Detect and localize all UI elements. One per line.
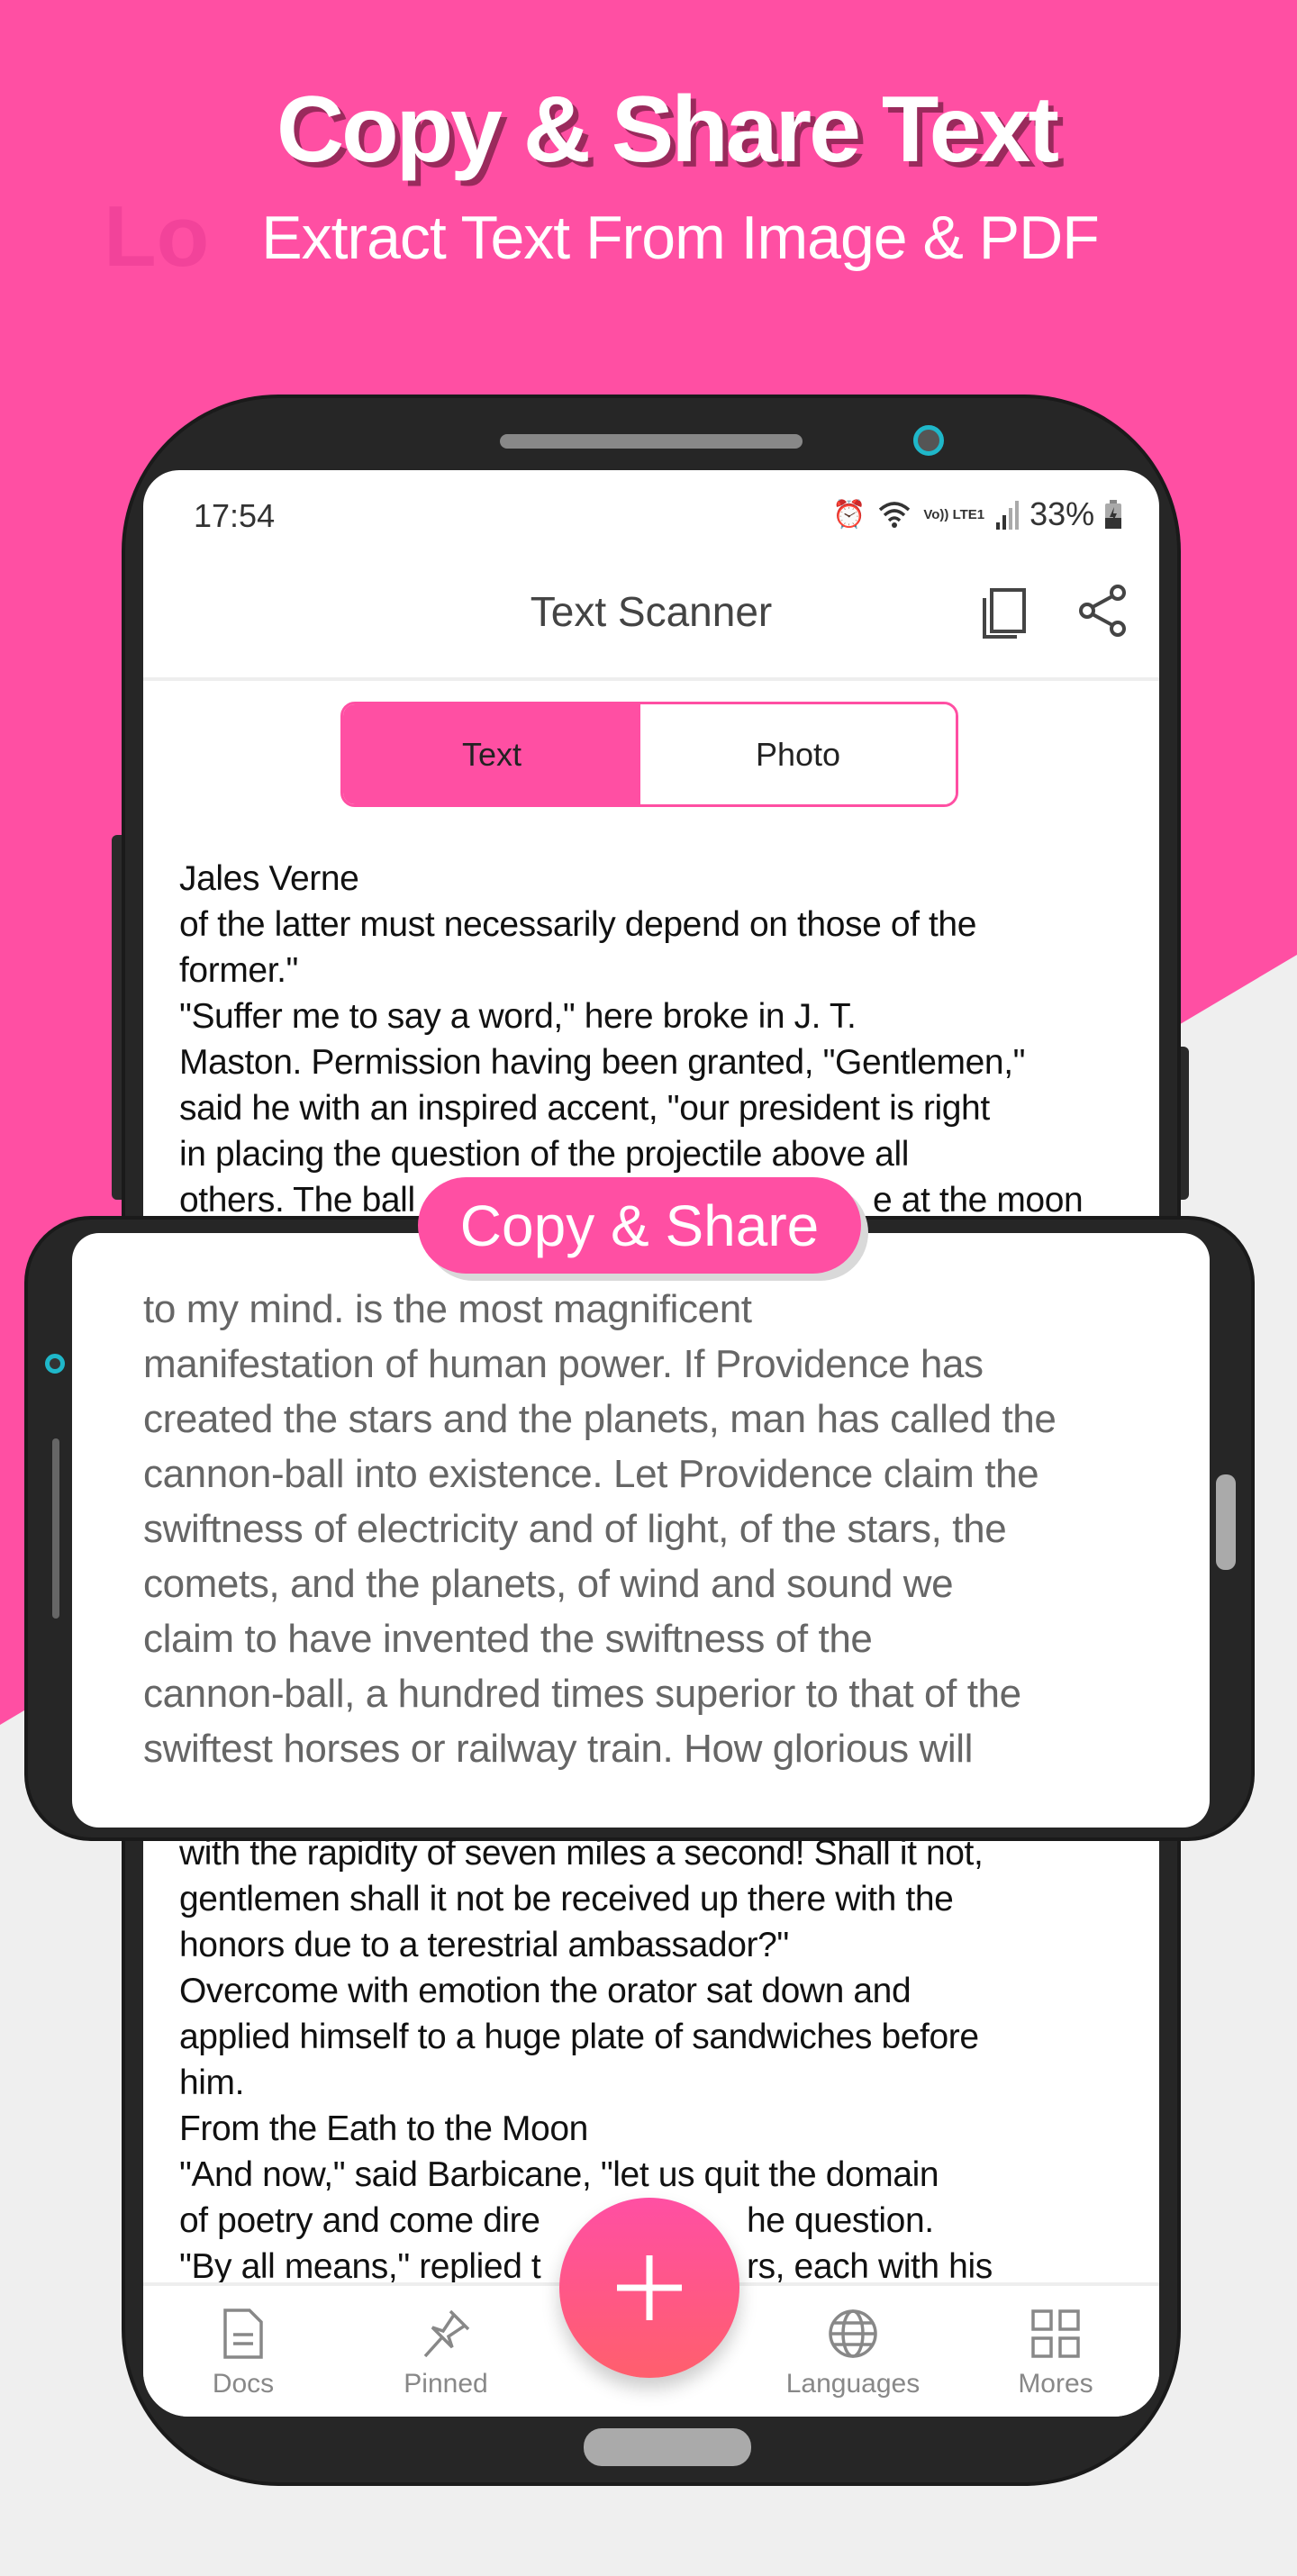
document-icon	[223, 2308, 263, 2359]
text-line: swiftness of electricity and of light, o…	[143, 1507, 1007, 1551]
text-line: applied himself to a huge plate of sandw…	[179, 2018, 979, 2056]
text-line: claim to have invented the swiftness of …	[143, 1617, 873, 1661]
overlay-screen: to my mind. is the most magnificent mani…	[72, 1233, 1210, 1828]
overlay-text-block[interactable]: to my mind. is the most magnificent mani…	[143, 1282, 1057, 1776]
nav-label: Docs	[212, 2369, 275, 2399]
battery-percent: 33%	[1029, 495, 1095, 532]
text-line: to my mind. is the most magnificent	[143, 1287, 752, 1331]
tab-photo[interactable]: Photo	[640, 704, 956, 804]
nav-languages[interactable]: Languages	[772, 2308, 934, 2399]
home-button[interactable]	[584, 2428, 751, 2466]
text-line: From the Eath to the Moon	[179, 2109, 588, 2148]
alarm-icon: ⏰	[832, 499, 866, 530]
text-line: manifestation of human power. If Provide…	[143, 1342, 984, 1386]
nav-label: Mores	[1018, 2369, 1093, 2399]
wifi-icon	[879, 502, 911, 528]
text-line: swiftest horses or railway train. How gl…	[143, 1727, 974, 1771]
text-line: of the latter must necessarily depend on…	[179, 905, 977, 944]
signal-icon	[996, 501, 1020, 530]
copy-share-badge: Copy & Share	[418, 1177, 861, 1274]
pin-icon	[423, 2309, 470, 2358]
add-fab-button[interactable]	[559, 2198, 739, 2378]
text-line: former."	[179, 951, 299, 990]
promo-headline: Copy & Share Text	[277, 77, 1059, 182]
copy-icon[interactable]	[981, 587, 1028, 639]
tab-text[interactable]: Text	[343, 704, 640, 804]
text-fragment: e at the moon	[873, 1181, 1084, 1220]
text-line: in placing the question of the projectil…	[179, 1135, 909, 1174]
text-line: Jales Verne	[179, 859, 359, 898]
nav-mores[interactable]: Mores	[975, 2308, 1137, 2399]
grid-icon	[1031, 2309, 1080, 2358]
plus-icon	[617, 2255, 682, 2320]
text-line: Overcome with emotion the orator sat dow…	[179, 1972, 912, 2010]
text-fragment: of poetry and come dire	[179, 2201, 540, 2240]
text-line: cannon-ball, a hundred times superior to…	[143, 1672, 1021, 1716]
nav-docs[interactable]: Docs	[162, 2308, 324, 2399]
text-line: created the stars and the planets, man h…	[143, 1397, 1057, 1441]
network-label: Vo)) LTE1	[923, 506, 985, 522]
text-fragment: he question.	[747, 2201, 934, 2240]
text-line: honors due to a terestrial ambassador?"	[179, 1926, 789, 1964]
mode-segmented-control: Text Photo	[340, 702, 958, 807]
text-line: comets, and the planets, of wind and sou…	[143, 1562, 954, 1606]
overlay-camera	[45, 1354, 65, 1374]
text-line: said he with an inspired accent, "our pr…	[179, 1089, 990, 1128]
nav-label: Pinned	[404, 2369, 488, 2399]
battery-charging-icon	[1105, 500, 1122, 529]
overlay-speaker	[52, 1438, 59, 1619]
text-fragment: others. The ball	[179, 1181, 415, 1220]
phone-camera	[913, 425, 944, 456]
text-line: cannon-ball into existence. Let Providen…	[143, 1452, 1039, 1496]
globe-icon	[829, 2309, 877, 2358]
text-line: "And now," said Barbicane, "let us quit …	[179, 2155, 939, 2194]
share-icon[interactable]	[1078, 584, 1129, 638]
document-text-bottom[interactable]: with the rapidity of seven miles a secon…	[179, 1830, 993, 2290]
phone-speaker	[500, 434, 803, 449]
nav-pinned[interactable]: Pinned	[365, 2308, 527, 2399]
overlay-side-button	[1216, 1474, 1236, 1570]
status-time: 17:54	[194, 497, 276, 534]
promo-subheadline: Extract Text From Image & PDF	[261, 204, 1100, 272]
toolbar-divider	[143, 677, 1159, 681]
text-line: him.	[179, 2064, 245, 2102]
status-icons: ⏰ Vo)) LTE1 33%	[832, 495, 1122, 533]
text-line: Maston. Permission having been granted, …	[179, 1043, 1026, 1082]
text-line: gentlemen shall it not be received up th…	[179, 1880, 954, 1918]
text-line: "Suffer me to say a word," here broke in…	[179, 997, 857, 1036]
document-text-top[interactable]: Jales Verne of the latter must necessari…	[179, 856, 1084, 1223]
text-fragment: "By all means," replied t	[179, 2247, 541, 2286]
nav-label: Languages	[785, 2369, 921, 2399]
